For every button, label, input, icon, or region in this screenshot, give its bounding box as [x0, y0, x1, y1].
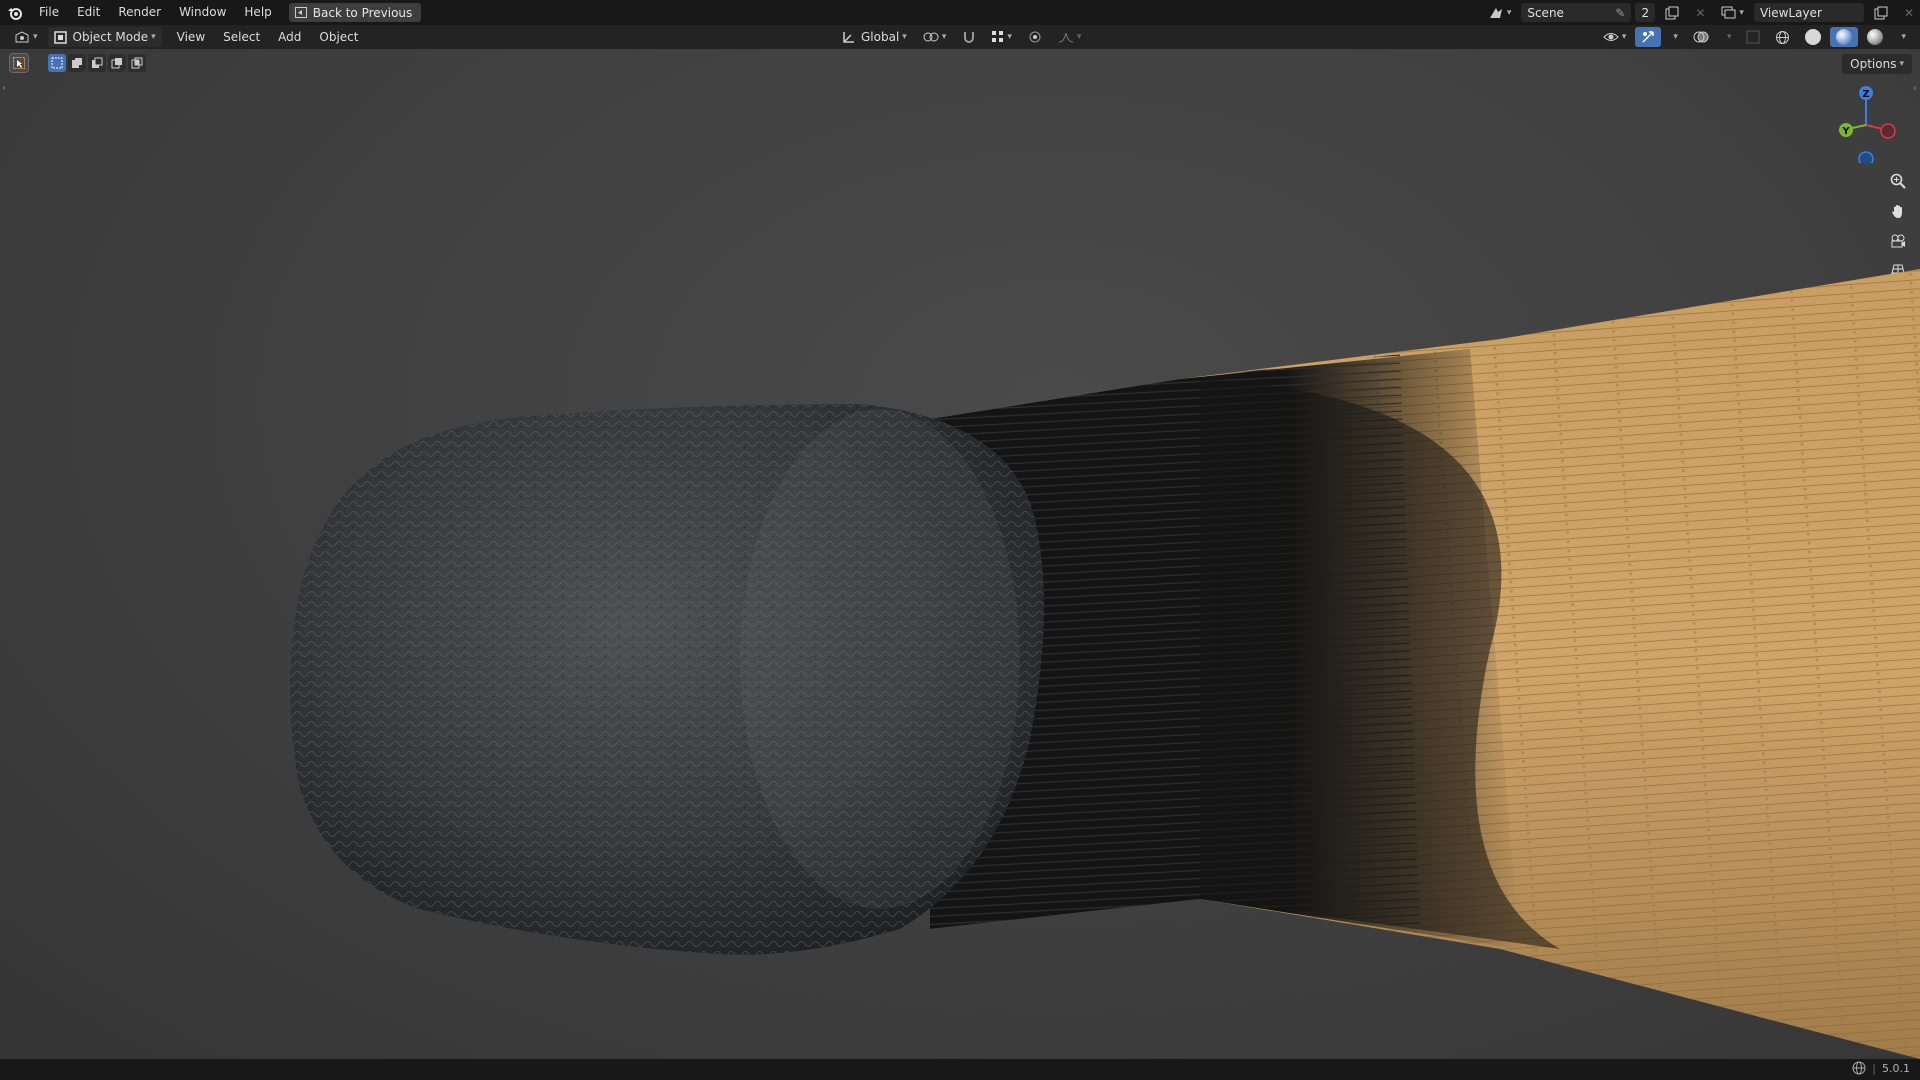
status-divider: |: [1872, 1061, 1876, 1075]
menu-select[interactable]: Select: [214, 25, 269, 50]
snap-grid-icon: [992, 31, 1004, 42]
network-globe-icon[interactable]: [1852, 1061, 1866, 1075]
overlays-toggle[interactable]: [1687, 27, 1715, 47]
back-label: Back to Previous: [312, 5, 413, 20]
falloff-icon: [1058, 32, 1073, 43]
orientation-label: Global: [861, 30, 900, 44]
pivot-point-dropdown[interactable]: ▾: [917, 27, 953, 47]
view-layer-selector-button[interactable]: ▾: [1715, 3, 1750, 23]
wireframe-shading-icon: [1776, 30, 1790, 44]
gizmo-toggle[interactable]: [1635, 27, 1662, 47]
menu-view[interactable]: View: [168, 25, 214, 50]
xray-toggle[interactable]: [1740, 27, 1766, 47]
new-scene-icon[interactable]: [1659, 3, 1685, 23]
rendered-shading-icon: [1867, 29, 1884, 45]
object-mode-dropdown[interactable]: Object Mode ▾: [47, 27, 162, 47]
scene-name: Scene: [1527, 5, 1564, 20]
view-layer-field[interactable]: ViewLayer: [1753, 3, 1864, 22]
mode-label: Object Mode: [72, 30, 149, 44]
version-label: 5.0.1: [1882, 1061, 1910, 1075]
proportional-editing-toggle[interactable]: [1022, 27, 1048, 47]
viewport-header: ▾ Object Mode ▾ View Select Add Object Gl…: [0, 25, 1920, 49]
menu-render[interactable]: Render: [109, 0, 170, 25]
solid-shading-icon: [1805, 29, 1822, 45]
delete-scene-icon[interactable]: ✕: [1689, 3, 1711, 23]
menu-help[interactable]: Help: [235, 0, 280, 25]
delete-view-layer-icon[interactable]: ✕: [1898, 3, 1920, 23]
scene-count: 2: [1641, 5, 1650, 20]
scene-users-count: 2: [1635, 3, 1656, 22]
top-bar: File Edit Render Window Help Back to Pre…: [0, 0, 1920, 25]
back-to-previous-button[interactable]: Back to Previous: [288, 3, 422, 22]
overlays-dropdown[interactable]: ▾: [1718, 27, 1738, 47]
editor-type-button[interactable]: ▾: [8, 27, 44, 47]
shading-wireframe-button[interactable]: [1769, 27, 1796, 47]
shading-rendered-button[interactable]: [1861, 27, 1889, 47]
gizmo-dropdown[interactable]: ▾: [1664, 27, 1684, 47]
shading-material-button[interactable]: [1830, 27, 1859, 47]
scene-icon: [1489, 7, 1502, 18]
menu-edit[interactable]: Edit: [68, 0, 109, 25]
pin-icon[interactable]: ✎: [1615, 6, 1625, 20]
visibility-dropdown[interactable]: ▾: [1597, 27, 1633, 47]
scene-render: [290, 269, 1920, 1059]
transform-orientation-dropdown[interactable]: Global ▾: [836, 27, 913, 47]
scene-name-field[interactable]: Scene ✎: [1521, 3, 1632, 22]
pivot-icon: [923, 32, 939, 42]
magnet-icon: [964, 32, 975, 43]
snap-toggle[interactable]: [956, 27, 982, 47]
scene-selector-button[interactable]: ▾: [1482, 3, 1518, 23]
back-icon: [294, 7, 307, 18]
menu-add[interactable]: Add: [269, 25, 310, 50]
3d-viewport-icon: [15, 31, 29, 43]
xray-icon: [1746, 30, 1760, 44]
3d-viewport[interactable]: › ‹ Options ▾ Z Y: [0, 49, 1920, 1059]
overlays-icon: [1693, 31, 1709, 43]
blender-logo-icon[interactable]: [0, 0, 30, 25]
object-mode-icon: [53, 30, 67, 44]
new-view-layer-icon[interactable]: [1868, 3, 1894, 23]
proportional-icon: [1029, 31, 1041, 43]
gizmo-icon: [1642, 31, 1655, 43]
snap-target-dropdown[interactable]: ▾: [986, 27, 1018, 47]
falloff-dropdown[interactable]: ▾: [1052, 27, 1088, 47]
shading-dropdown[interactable]: ▾: [1892, 27, 1912, 47]
menu-window[interactable]: Window: [170, 0, 235, 25]
orientation-icon: [843, 32, 854, 43]
shading-solid-button[interactable]: [1799, 27, 1827, 47]
status-bar: | 5.0.1: [0, 1059, 1920, 1080]
menu-object[interactable]: Object: [310, 25, 367, 50]
menu-file[interactable]: File: [30, 0, 68, 25]
material-shading-icon: [1836, 29, 1853, 45]
view-layer-name: ViewLayer: [1759, 5, 1822, 20]
eye-icon: [1603, 33, 1619, 41]
view-layer-icon: [1721, 6, 1736, 19]
